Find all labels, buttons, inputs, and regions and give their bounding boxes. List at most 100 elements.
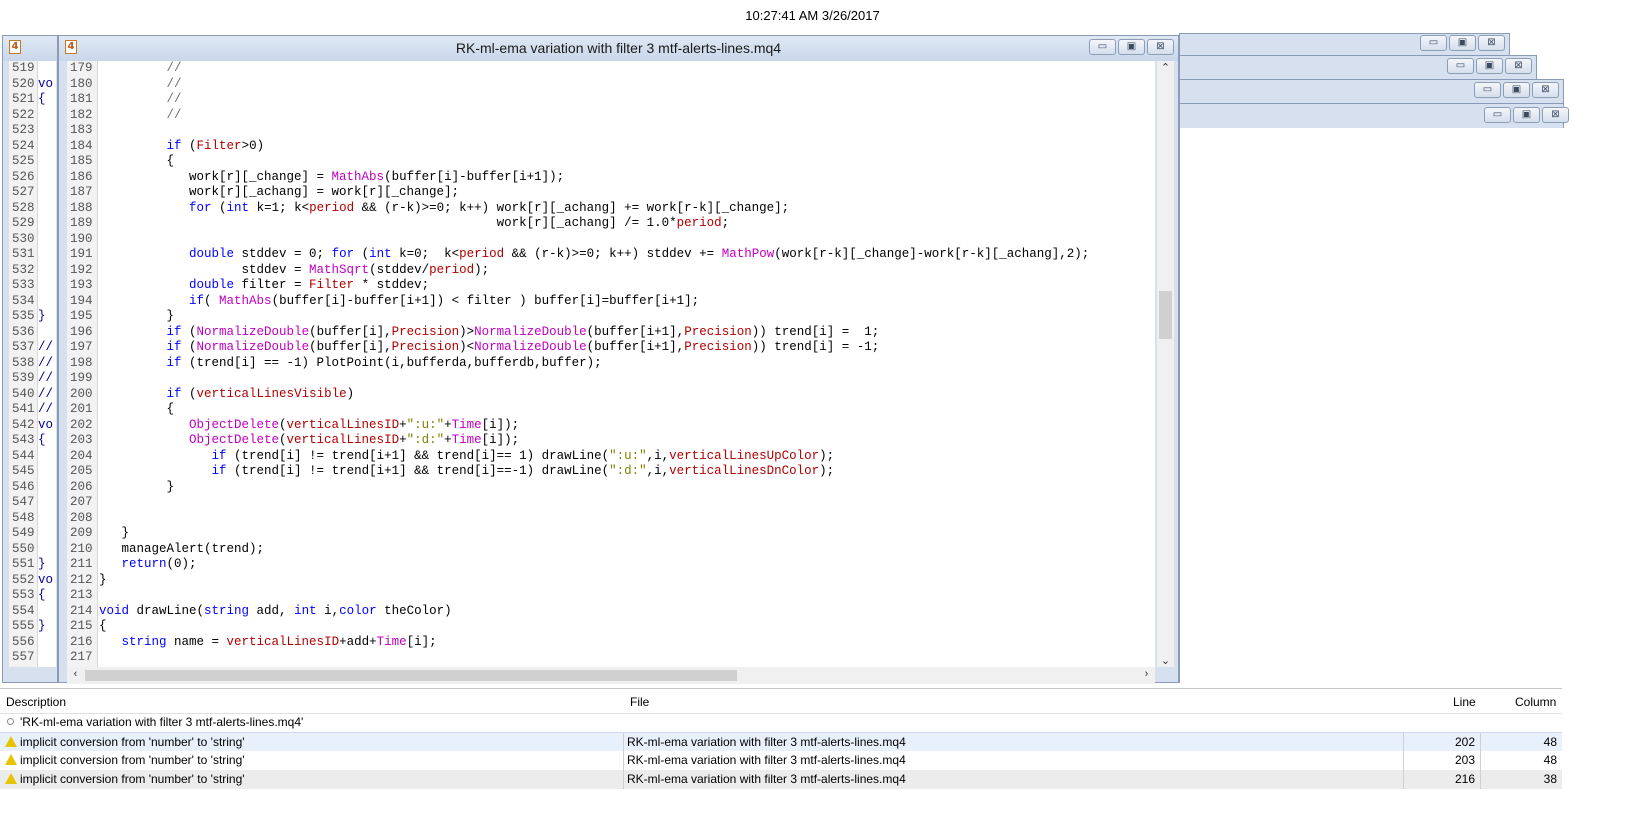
code-line[interactable] bbox=[99, 371, 1155, 387]
code-line[interactable]: double stddev = 0; for (int k=0; k<perio… bbox=[99, 247, 1155, 263]
column-header-column[interactable]: Column bbox=[1515, 695, 1556, 709]
minimize-button[interactable]: ▭ bbox=[1484, 107, 1511, 123]
left-editor-titlebar[interactable]: 4 bbox=[3, 36, 57, 61]
code-line[interactable] bbox=[38, 495, 56, 511]
maximize-button[interactable]: ▣ bbox=[1503, 82, 1530, 98]
code-line[interactable] bbox=[99, 232, 1155, 248]
horizontal-scrollbar[interactable]: ‹ › bbox=[67, 667, 1155, 684]
code-line[interactable] bbox=[38, 278, 56, 294]
code-line[interactable]: if (verticalLinesVisible) bbox=[99, 387, 1155, 403]
code-line[interactable]: ObjectDelete(verticalLinesID+":u:"+Time[… bbox=[99, 418, 1155, 434]
vertical-scroll-thumb[interactable] bbox=[1159, 291, 1172, 339]
code-line[interactable]: work[r][_change] = MathAbs(buffer[i]-buf… bbox=[99, 170, 1155, 186]
code-line[interactable] bbox=[38, 526, 56, 542]
scroll-left-icon[interactable]: ‹ bbox=[67, 668, 84, 680]
code-line[interactable]: vo bbox=[38, 418, 56, 434]
code-line[interactable]: if (trend[i] != trend[i+1] && trend[i]==… bbox=[99, 449, 1155, 465]
code-line[interactable]: { bbox=[99, 154, 1155, 170]
code-line[interactable]: if (Filter>0) bbox=[99, 139, 1155, 155]
code-line[interactable] bbox=[38, 635, 56, 651]
horizontal-scroll-thumb[interactable] bbox=[85, 670, 737, 681]
code-text[interactable]: // // // // if (Filter>0) { work[r][_cha… bbox=[99, 61, 1155, 667]
code-line[interactable]: vo bbox=[38, 77, 56, 93]
code-line[interactable] bbox=[38, 154, 56, 170]
code-line[interactable] bbox=[38, 201, 56, 217]
code-line[interactable]: // bbox=[38, 340, 56, 356]
code-line[interactable]: } bbox=[99, 573, 1155, 589]
code-line[interactable] bbox=[38, 170, 56, 186]
code-line[interactable] bbox=[38, 511, 56, 527]
code-line[interactable] bbox=[38, 216, 56, 232]
code-line[interactable]: if (trend[i] != trend[i+1] && trend[i]==… bbox=[99, 464, 1155, 480]
code-line[interactable] bbox=[38, 480, 56, 496]
code-line[interactable]: // bbox=[38, 402, 56, 418]
code-line[interactable]: // bbox=[99, 77, 1155, 93]
code-line[interactable] bbox=[38, 542, 56, 558]
code-line[interactable]: } bbox=[99, 526, 1155, 542]
code-line[interactable] bbox=[99, 495, 1155, 511]
code-line[interactable]: if (NormalizeDouble(buffer[i],Precision)… bbox=[99, 340, 1155, 356]
left-code-area[interactable]: vo{}//////////vo{} vo{} bbox=[38, 61, 56, 667]
code-line[interactable] bbox=[99, 588, 1155, 604]
vertical-scrollbar[interactable]: ⌃ ⌄ bbox=[1157, 61, 1174, 667]
code-line[interactable]: if (NormalizeDouble(buffer[i],Precision)… bbox=[99, 325, 1155, 341]
code-line[interactable] bbox=[38, 123, 56, 139]
code-line[interactable] bbox=[38, 108, 56, 124]
problem-row[interactable]: implicit conversion from 'number' to 'st… bbox=[0, 732, 1562, 752]
code-line[interactable]: if( MathAbs(buffer[i]-buffer[i+1]) < fil… bbox=[99, 294, 1155, 310]
minimize-button[interactable]: ▭ bbox=[1447, 58, 1474, 74]
code-line[interactable] bbox=[38, 247, 56, 263]
code-line[interactable]: vo bbox=[38, 573, 56, 589]
code-line[interactable]: ObjectDelete(verticalLinesID+":d:"+Time[… bbox=[99, 433, 1155, 449]
main-editor-window[interactable]: 4 RK-ml-ema variation with filter 3 mtf-… bbox=[58, 35, 1179, 684]
maximize-button[interactable]: ▣ bbox=[1513, 107, 1540, 123]
code-line[interactable]: } bbox=[99, 480, 1155, 496]
problem-row[interactable]: implicit conversion from 'number' to 'st… bbox=[0, 751, 1562, 770]
column-header-description[interactable]: Description bbox=[6, 695, 66, 709]
code-line[interactable] bbox=[38, 232, 56, 248]
code-line[interactable]: } bbox=[99, 309, 1155, 325]
code-line[interactable] bbox=[38, 650, 56, 666]
code-line[interactable]: } bbox=[38, 619, 56, 635]
code-line[interactable]: } bbox=[38, 309, 56, 325]
code-line[interactable]: // bbox=[99, 108, 1155, 124]
main-editor-titlebar[interactable]: 4 RK-ml-ema variation with filter 3 mtf-… bbox=[59, 36, 1178, 61]
scroll-down-icon[interactable]: ⌄ bbox=[1157, 654, 1174, 667]
close-button[interactable]: ⊠ bbox=[1478, 35, 1505, 51]
code-line[interactable] bbox=[38, 464, 56, 480]
minimize-button[interactable]: ▭ bbox=[1089, 39, 1116, 55]
code-line[interactable]: if (trend[i] == -1) PlotPoint(i,bufferda… bbox=[99, 356, 1155, 372]
minimize-button[interactable]: ▭ bbox=[1474, 82, 1501, 98]
code-line[interactable]: stddev = MathSqrt(stddev/period); bbox=[99, 263, 1155, 279]
code-line[interactable] bbox=[99, 650, 1155, 666]
code-line[interactable]: } bbox=[38, 557, 56, 573]
code-line[interactable] bbox=[99, 511, 1155, 527]
code-line[interactable] bbox=[38, 604, 56, 620]
code-line[interactable] bbox=[38, 185, 56, 201]
code-line[interactable] bbox=[38, 263, 56, 279]
code-line[interactable]: void drawLine(string add, int i,color th… bbox=[99, 604, 1155, 620]
column-header-file[interactable]: File bbox=[630, 695, 649, 709]
code-line[interactable] bbox=[38, 139, 56, 155]
close-button[interactable]: ⊠ bbox=[1542, 107, 1569, 123]
code-line[interactable]: // bbox=[38, 356, 56, 372]
code-line[interactable]: { bbox=[38, 588, 56, 604]
code-editor[interactable]: 179 180 181 182 183 184 185 186 187 188 189 190 191 1… bbox=[67, 61, 1155, 667]
compile-file-row[interactable]: 'RK-ml-ema variation with filter 3 mtf-a… bbox=[0, 713, 1562, 732]
minimize-button[interactable]: ▭ bbox=[1420, 35, 1447, 51]
code-line[interactable]: string name = verticalLinesID+add+Time[i… bbox=[99, 635, 1155, 651]
maximize-button[interactable]: ▣ bbox=[1476, 58, 1503, 74]
code-line[interactable]: // bbox=[99, 92, 1155, 108]
code-line[interactable]: double filter = Filter * stddev; bbox=[99, 278, 1155, 294]
close-button[interactable]: ⊠ bbox=[1147, 39, 1174, 55]
code-line[interactable]: { bbox=[99, 402, 1155, 418]
code-line[interactable] bbox=[38, 294, 56, 310]
code-line[interactable]: return(0); bbox=[99, 557, 1155, 573]
code-line[interactable]: // bbox=[99, 61, 1155, 77]
problem-row[interactable]: implicit conversion from 'number' to 'st… bbox=[0, 770, 1562, 789]
scroll-up-icon[interactable]: ⌃ bbox=[1157, 61, 1174, 74]
code-line[interactable]: work[r][_achang] /= 1.0*period; bbox=[99, 216, 1155, 232]
code-line[interactable]: { bbox=[99, 619, 1155, 635]
code-line[interactable]: // bbox=[38, 371, 56, 387]
scroll-right-icon[interactable]: › bbox=[1138, 668, 1155, 680]
